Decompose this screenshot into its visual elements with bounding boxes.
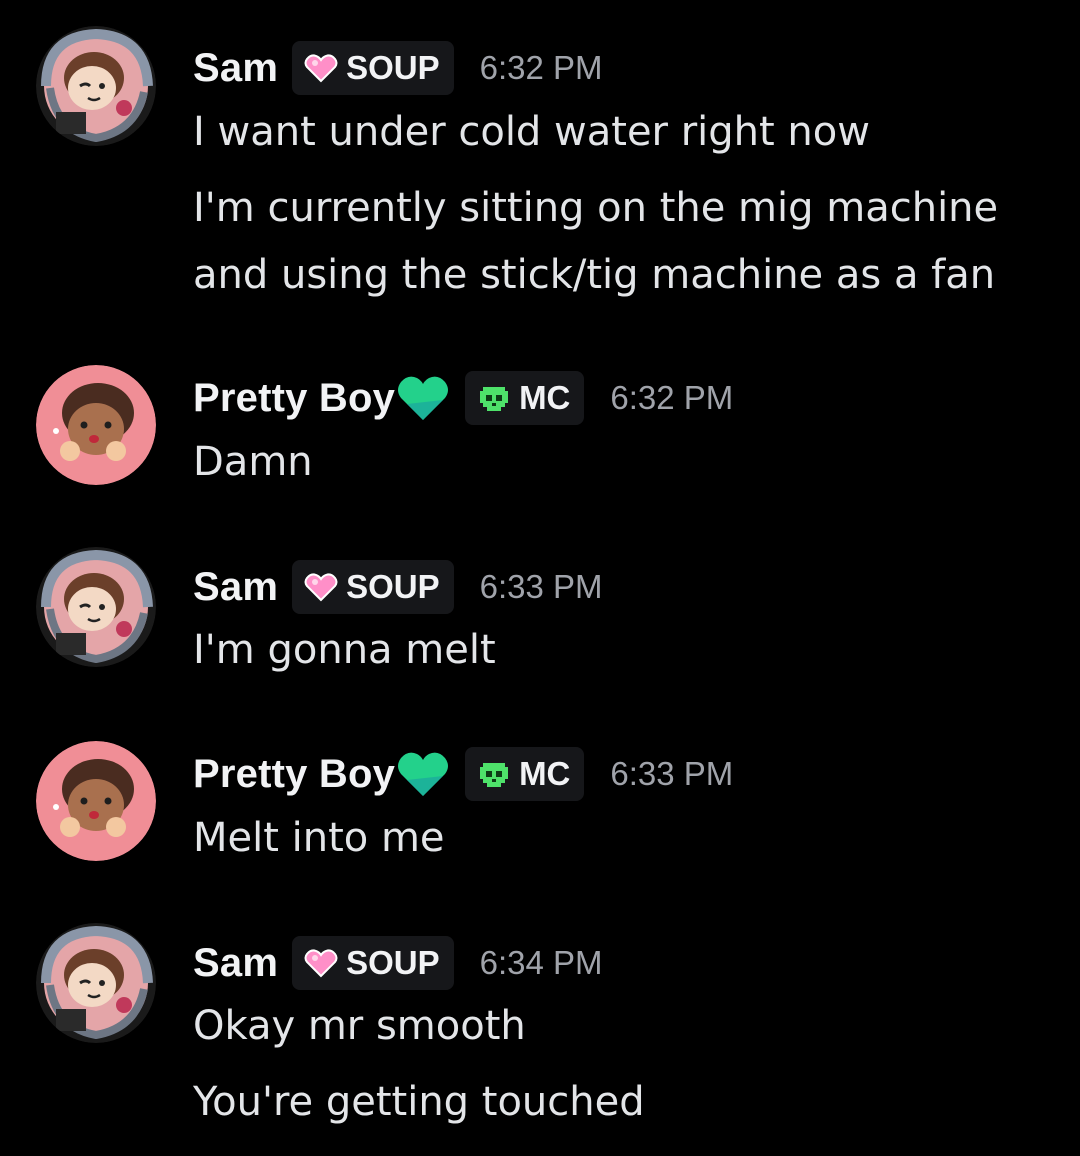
message-text: Melt into me <box>193 815 445 861</box>
message-text: I want under cold water right now <box>193 109 870 155</box>
pink-heart-icon <box>304 54 338 83</box>
timestamp: 6:33 PM <box>479 568 603 605</box>
message-text: Okay mr smooth <box>193 1003 526 1049</box>
avatar[interactable] <box>36 365 156 485</box>
message-header: Pretty Boy MC 6:32 PM <box>193 370 733 426</box>
avatar[interactable] <box>36 547 156 667</box>
server-tag[interactable]: SOUP <box>292 936 454 990</box>
pink-heart-icon <box>304 949 338 978</box>
server-tag[interactable]: SOUP <box>292 560 454 614</box>
message-header: Pretty Boy MC 6:33 PM <box>193 746 733 802</box>
green-skull-icon <box>480 387 509 411</box>
avatar-sam-image <box>36 26 156 146</box>
message-text: I'm currently sitting on the mig machine <box>193 185 999 231</box>
timestamp: 6:32 PM <box>479 49 603 86</box>
message-text: You're getting touched <box>193 1079 645 1125</box>
message-text: Damn <box>193 439 313 485</box>
username[interactable]: Sam <box>193 46 278 91</box>
server-tag[interactable]: MC <box>465 747 585 801</box>
timestamp: 6:33 PM <box>610 755 734 792</box>
green-skull-icon <box>480 763 509 787</box>
server-tag[interactable]: SOUP <box>292 41 454 95</box>
tag-label: MC <box>519 379 571 416</box>
username[interactable]: Sam <box>193 565 278 610</box>
avatar[interactable] <box>36 923 156 1043</box>
message-header: Sam SOUP 6:33 PM <box>193 559 603 615</box>
timestamp: 6:34 PM <box>479 944 603 981</box>
avatar-pretty-boy-image <box>36 741 156 861</box>
message-header: Sam SOUP 6:32 PM <box>193 40 603 96</box>
timestamp: 6:32 PM <box>610 379 734 416</box>
avatar-sam-image <box>36 923 156 1043</box>
green-heart-icon <box>398 752 449 796</box>
username[interactable]: Pretty Boy <box>193 752 395 797</box>
message-text: and using the stick/tig machine as a fan <box>193 252 996 298</box>
tag-label: SOUP <box>346 568 440 605</box>
username[interactable]: Pretty Boy <box>193 376 395 421</box>
server-tag[interactable]: MC <box>465 371 585 425</box>
avatar[interactable] <box>36 26 156 146</box>
avatar-sam-image <box>36 547 156 667</box>
username[interactable]: Sam <box>193 941 278 986</box>
message-header: Sam SOUP 6:34 PM <box>193 935 603 991</box>
message-text: I'm gonna melt <box>193 627 496 673</box>
tag-label: SOUP <box>346 944 440 981</box>
green-heart-icon <box>398 376 449 420</box>
avatar-pretty-boy-image <box>36 365 156 485</box>
tag-label: SOUP <box>346 49 440 86</box>
avatar[interactable] <box>36 741 156 861</box>
pink-heart-icon <box>304 573 338 602</box>
tag-label: MC <box>519 755 571 792</box>
